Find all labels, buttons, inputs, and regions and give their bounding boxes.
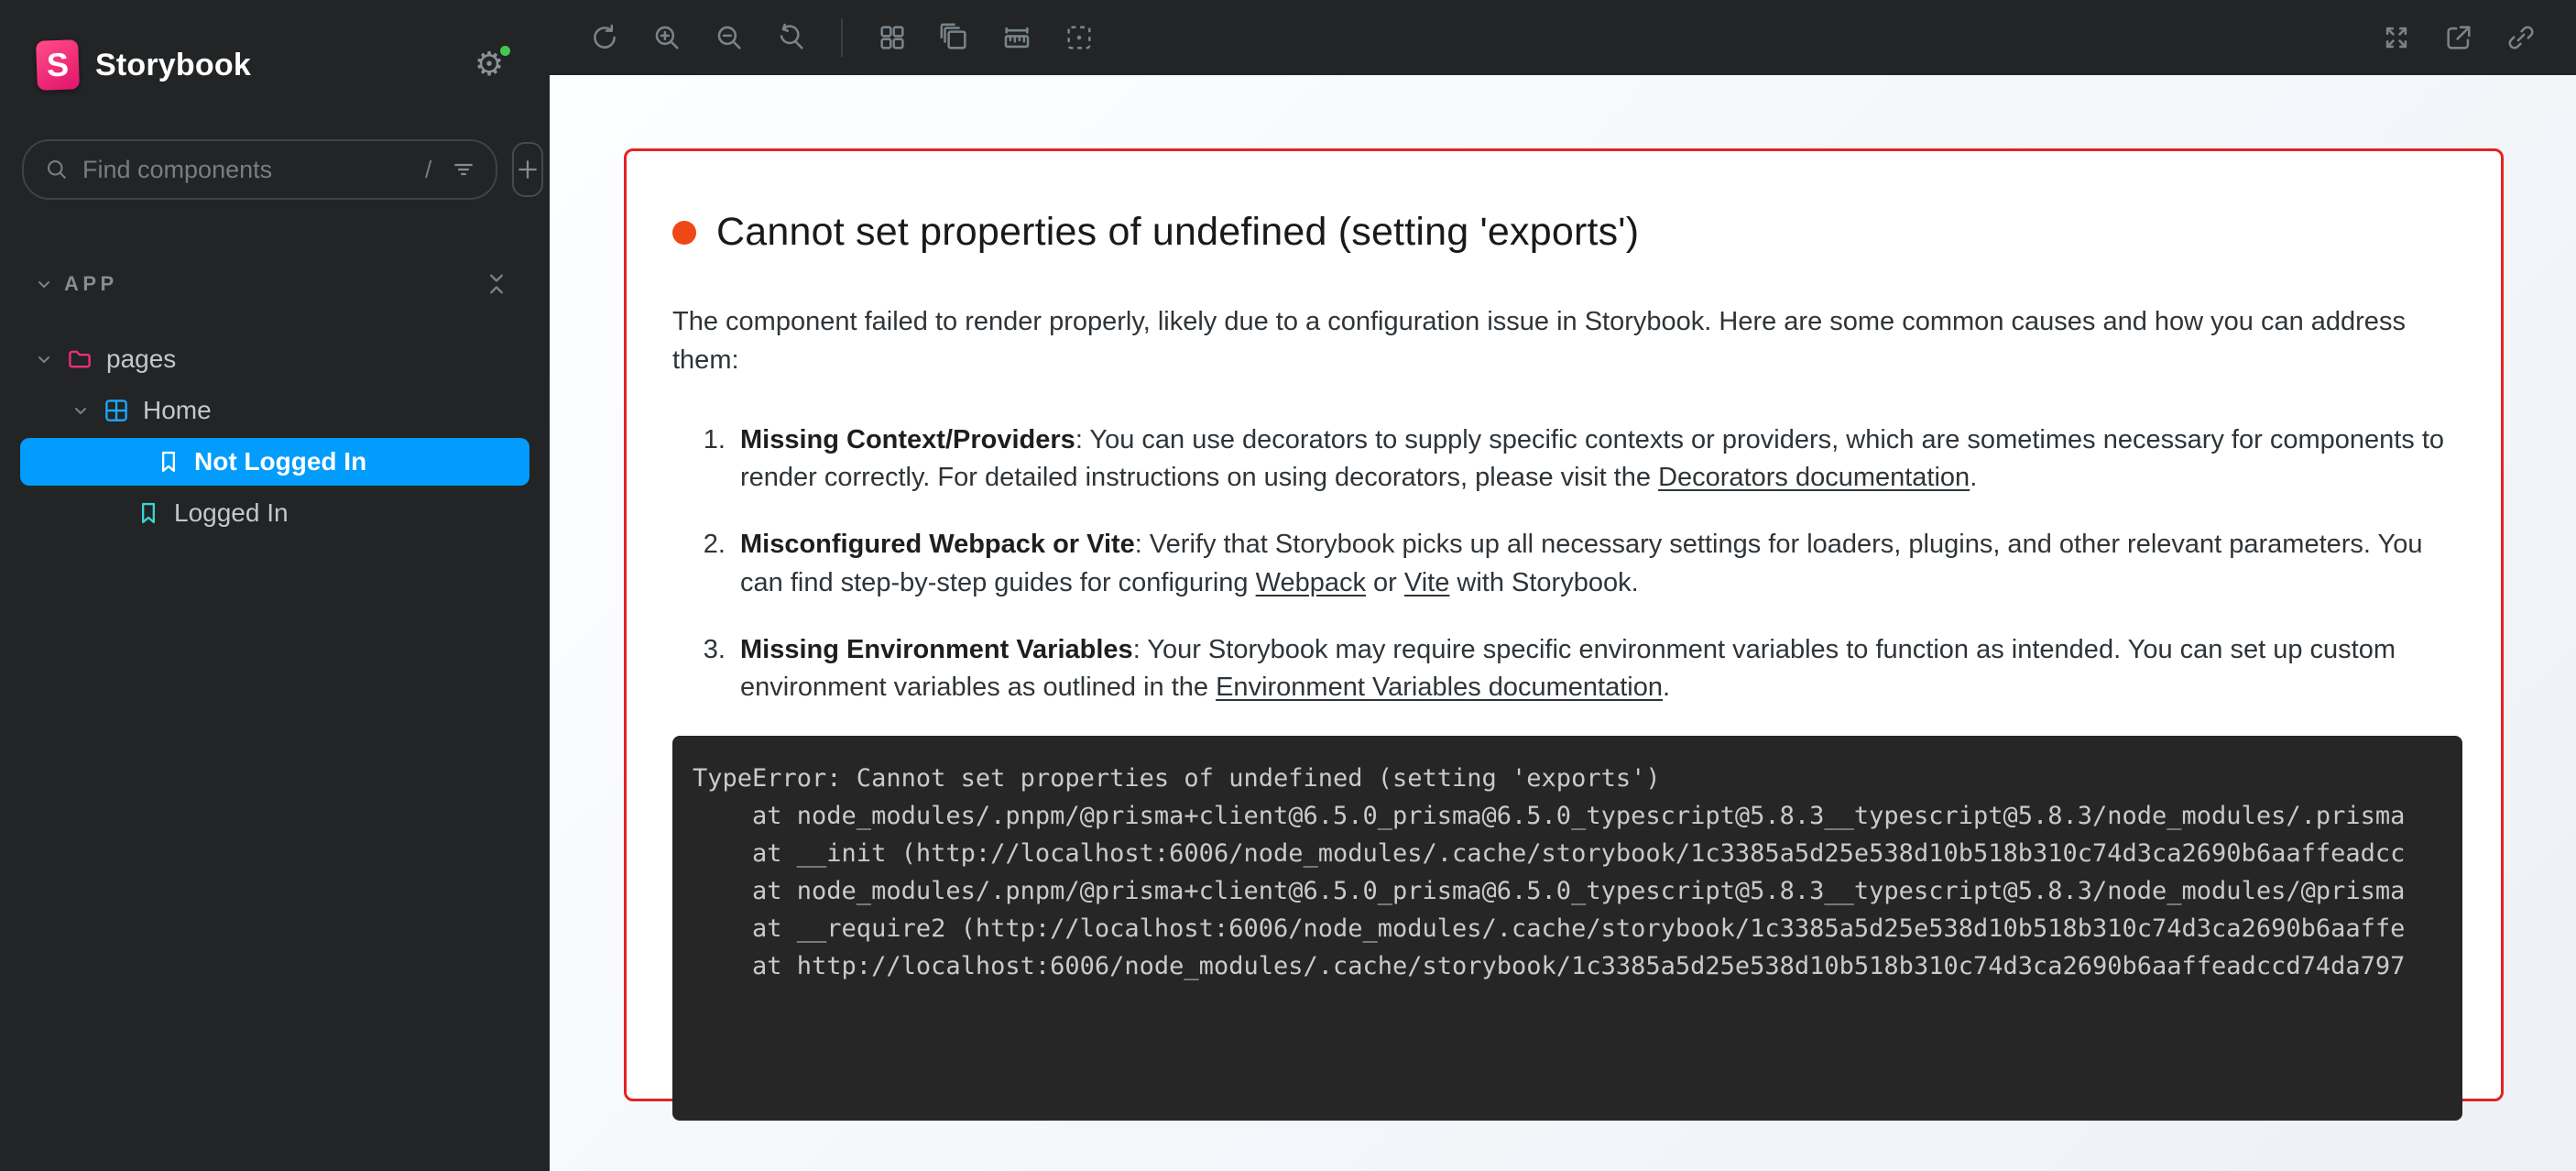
tree-item-label: pages — [106, 345, 176, 374]
plus-icon — [514, 156, 541, 183]
error-boundary-box: Cannot set properties of undefined (sett… — [624, 148, 2504, 1101]
cause-text: . — [1970, 463, 1977, 492]
tree-item-label: Logged In — [174, 498, 289, 528]
backgrounds-grid-icon — [877, 22, 908, 53]
section-title: APP — [64, 272, 484, 296]
stack-trace-text: TypeError: Cannot set properties of unde… — [693, 760, 2462, 985]
cause-text: with Storybook. — [1449, 568, 1638, 597]
backgrounds-button[interactable] — [867, 12, 918, 63]
webpack-link[interactable]: Webpack — [1256, 568, 1366, 597]
bookmark-icon — [136, 500, 161, 526]
copy-link-icon — [2505, 22, 2537, 53]
list-item: Missing Context/Providers: You can use d… — [733, 421, 2455, 497]
zoom-in-icon — [651, 22, 682, 53]
brand-name: Storybook — [95, 48, 251, 83]
sidebar-tree: APP pages — [0, 260, 550, 539]
filter-icon[interactable] — [450, 156, 477, 183]
environment-variables-documentation-link[interactable]: Environment Variables documentation — [1216, 673, 1663, 702]
error-title: Cannot set properties of undefined (sett… — [716, 210, 1639, 255]
open-new-tab-icon — [2443, 22, 2474, 53]
settings-gear-button[interactable]: ⚙ — [469, 45, 509, 85]
section-app[interactable]: APP — [0, 260, 550, 308]
reset-zoom-icon — [776, 22, 807, 53]
cause-text: . — [1663, 673, 1670, 702]
reset-zoom-button[interactable] — [766, 12, 817, 63]
toolbar-divider — [841, 18, 843, 57]
sidebar-item-home[interactable]: Home — [0, 385, 550, 436]
storybook-logo[interactable]: S Storybook — [37, 40, 251, 90]
list-item: Misconfigured Webpack or Vite: Verify th… — [733, 526, 2455, 601]
error-status-dot — [672, 221, 696, 245]
error-intro: The component failed to render properly,… — [672, 302, 2455, 379]
tree-item-label: Not Logged In — [194, 447, 366, 476]
component-icon — [103, 397, 130, 424]
canvas-toolbar — [550, 0, 2576, 75]
open-new-tab-button[interactable] — [2433, 12, 2484, 63]
vite-link[interactable]: Vite — [1404, 568, 1449, 597]
sidebar-item-logged-in[interactable]: Logged In — [0, 487, 550, 539]
update-notification-dot — [497, 43, 513, 59]
chevron-down-icon — [33, 348, 55, 370]
fullscreen-icon — [2381, 22, 2412, 53]
folder-icon — [66, 345, 93, 373]
chevron-down-icon — [70, 399, 92, 421]
error-causes-list: Missing Context/Providers: You can use d… — [672, 421, 2455, 706]
error-stack-trace: TypeError: Cannot set properties of unde… — [672, 736, 2462, 1121]
list-item: Missing Environment Variables: Your Stor… — [733, 631, 2455, 706]
viewport-button[interactable] — [929, 12, 980, 63]
search-shortcut-hint: / — [420, 156, 437, 184]
zoom-out-icon — [714, 22, 745, 53]
preview-canvas: Cannot set properties of undefined (sett… — [550, 75, 2576, 1171]
sidebar-item-pages[interactable]: pages — [0, 334, 550, 385]
copy-link-button[interactable] — [2495, 12, 2547, 63]
search-icon — [44, 157, 70, 182]
remount-button[interactable] — [579, 12, 630, 63]
outline-icon — [1064, 22, 1095, 53]
sidebar: S Storybook ⚙ / — [0, 0, 550, 1171]
fullscreen-button[interactable] — [2371, 12, 2422, 63]
measure-button[interactable] — [991, 12, 1042, 63]
storybook-app: S Storybook ⚙ / — [0, 0, 2576, 1171]
collapse-all-icon[interactable] — [484, 271, 509, 297]
outline-button[interactable] — [1053, 12, 1105, 63]
bookmark-icon — [156, 449, 181, 475]
search-box[interactable]: / — [22, 139, 497, 200]
remount-icon — [589, 22, 620, 53]
cause-text: or — [1366, 568, 1404, 597]
zoom-in-button[interactable] — [641, 12, 693, 63]
decorators-documentation-link[interactable]: Decorators documentation — [1658, 463, 1970, 492]
sidebar-item-not-logged-in[interactable]: Not Logged In — [20, 438, 529, 486]
search-input[interactable] — [82, 156, 407, 184]
viewport-icon — [939, 22, 970, 53]
chevron-down-icon — [33, 273, 55, 295]
cause-lead: Missing Environment Variables — [740, 635, 1133, 664]
cause-lead: Missing Context/Providers — [740, 425, 1075, 454]
zoom-out-button[interactable] — [704, 12, 755, 63]
create-story-button[interactable] — [512, 142, 543, 197]
cause-lead: Misconfigured Webpack or Vite — [740, 530, 1135, 559]
measure-icon — [1001, 22, 1032, 53]
tree-item-label: Home — [143, 396, 212, 425]
main-area: Cannot set properties of undefined (sett… — [550, 0, 2576, 1171]
storybook-logo-icon: S — [36, 39, 80, 91]
